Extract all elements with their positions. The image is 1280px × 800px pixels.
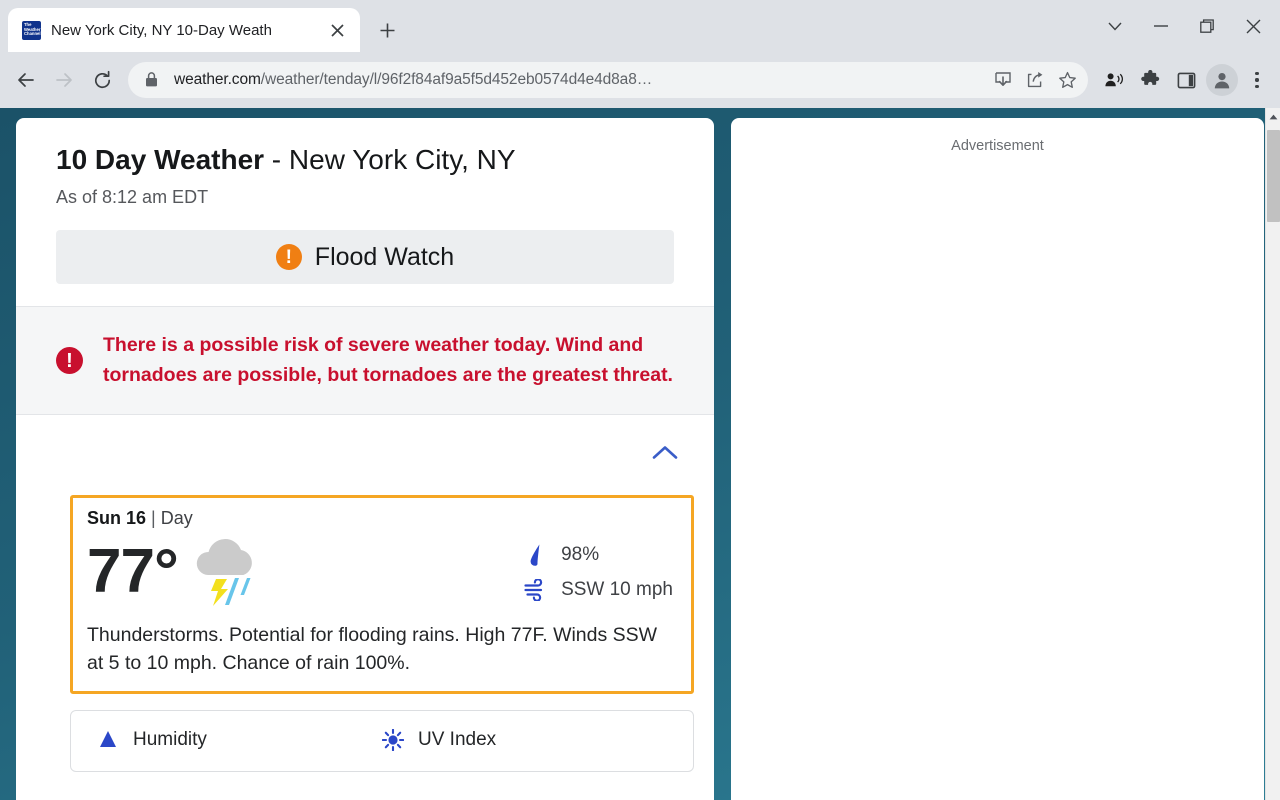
forecast-list-section: Sun 16 | Day 77° 98% SSW 10 mph Thunders…	[16, 415, 714, 772]
detail-uv-index: UV Index	[382, 729, 667, 751]
tab-strip: The Weather Channel New York City, NY 10…	[0, 0, 1092, 52]
forecast-day-summary: 77° 98% SSW 10 mph	[87, 533, 677, 611]
uv-index-icon	[382, 729, 404, 751]
chevron-up-icon[interactable]	[652, 445, 678, 471]
chrome-menu-icon[interactable]	[1242, 63, 1272, 97]
alert-exclamation-icon: !	[275, 244, 302, 270]
bookmark-star-icon[interactable]	[1052, 65, 1082, 95]
favicon-line-3: Channel	[24, 31, 41, 37]
page-header: 10 Day Weather - New York City, NY As of…	[16, 118, 714, 306]
browser-toolbar: weather.com/weather/tenday/l/96f2f84af9a…	[0, 52, 1280, 108]
browser-window: The Weather Channel New York City, NY 10…	[0, 0, 1280, 800]
page-title-location: - New York City, NY	[264, 144, 516, 175]
page-viewport: 10 Day Weather - New York City, NY As of…	[0, 108, 1280, 800]
site-security-lock-icon[interactable]	[144, 71, 162, 89]
forecast-details-card: Humidity UV Index	[70, 710, 694, 772]
metric-precipitation: 98%	[523, 537, 673, 572]
browser-title-bar: The Weather Channel New York City, NY 10…	[0, 0, 1280, 52]
browser-tab[interactable]: The Weather Channel New York City, NY 10…	[8, 8, 360, 52]
page-title: 10 Day Weather - New York City, NY	[56, 144, 674, 176]
detail-humidity: Humidity	[97, 729, 382, 751]
severe-weather-alert: ! There is a possible risk of severe wea…	[16, 306, 714, 415]
reload-button[interactable]	[84, 62, 120, 98]
advertisement-label: Advertisement	[951, 138, 1044, 154]
humidity-icon	[97, 729, 119, 751]
share-icon[interactable]	[1020, 65, 1050, 95]
profile-avatar-icon[interactable]	[1206, 64, 1238, 96]
extension-icons	[1098, 63, 1272, 97]
forecast-day-name: Sun 16	[87, 508, 147, 528]
read-aloud-extension-icon	[1105, 73, 1124, 87]
side-panel-icon[interactable]	[1170, 64, 1202, 96]
forecast-day-part: Day	[160, 508, 193, 528]
read-aloud-extension-button[interactable]	[1098, 64, 1130, 96]
as-of-timestamp: As of 8:12 am EDT	[56, 187, 209, 207]
page-title-strong: 10 Day Weather	[56, 144, 265, 175]
back-button[interactable]	[8, 62, 44, 98]
precipitation-value: 98%	[561, 543, 600, 565]
forecast-day-card-highlighted[interactable]: Sun 16 | Day 77° 98% SSW 10 mph Thunders…	[70, 495, 694, 694]
close-tab-icon[interactable]	[324, 17, 350, 43]
forecast-main-card: 10 Day Weather - New York City, NY As of…	[16, 118, 714, 800]
forecast-day-header: Sun 16 | Day	[87, 508, 677, 529]
advertisement-panel: Advertisement	[731, 118, 1264, 800]
tab-search-icon[interactable]	[1092, 4, 1138, 48]
forecast-description: Thunderstorms. Potential for flooding ra…	[87, 624, 658, 674]
url-host: weather.com	[174, 71, 261, 88]
uv-index-label: UV Index	[418, 729, 497, 750]
wind-icon	[523, 578, 547, 602]
new-tab-button[interactable]	[370, 13, 404, 47]
forward-button[interactable]	[46, 62, 82, 98]
download-icon[interactable]	[988, 65, 1018, 95]
forecast-temperature: 77°	[87, 537, 179, 606]
address-bar[interactable]: weather.com/weather/tenday/l/96f2f84af9a…	[128, 62, 1088, 98]
window-controls	[1092, 0, 1280, 52]
omnibox-icons	[988, 65, 1082, 95]
close-window-icon[interactable]	[1230, 4, 1276, 48]
precipitation-raindrop-icon	[523, 543, 547, 567]
tab-title: New York City, NY 10-Day Weath	[51, 21, 272, 39]
flood-watch-button[interactable]: ! Flood Watch	[56, 230, 674, 284]
weather-channel-favicon: The Weather Channel	[22, 20, 41, 40]
maximize-restore-icon[interactable]	[1184, 4, 1230, 48]
url-path: /weather/tenday/l/96f2f84af9a5f5d452eb05…	[260, 71, 653, 88]
extensions-puzzle-icon[interactable]	[1134, 64, 1166, 96]
wind-value: SSW 10 mph	[561, 578, 673, 600]
scroll-up-arrow-icon[interactable]	[1266, 108, 1280, 125]
scrollbar-thumb[interactable]	[1267, 130, 1280, 222]
page-scrollbar[interactable]	[1265, 108, 1280, 800]
forecast-day-separator: |	[151, 508, 156, 528]
minimize-icon[interactable]	[1138, 4, 1184, 48]
humidity-label: Humidity	[133, 729, 207, 750]
severe-alert-text: There is a possible risk of severe weath…	[103, 334, 673, 386]
severe-alert-exclamation-icon: !	[56, 347, 83, 374]
url-text: weather.com/weather/tenday/l/96f2f84af9a…	[174, 71, 988, 89]
forecast-metrics: 98% SSW 10 mph	[523, 537, 677, 607]
metric-wind: SSW 10 mph	[523, 572, 673, 607]
thunderstorm-icon	[186, 533, 268, 611]
page-content: 10 Day Weather - New York City, NY As of…	[0, 108, 1265, 800]
flood-watch-label: Flood Watch	[314, 242, 455, 271]
